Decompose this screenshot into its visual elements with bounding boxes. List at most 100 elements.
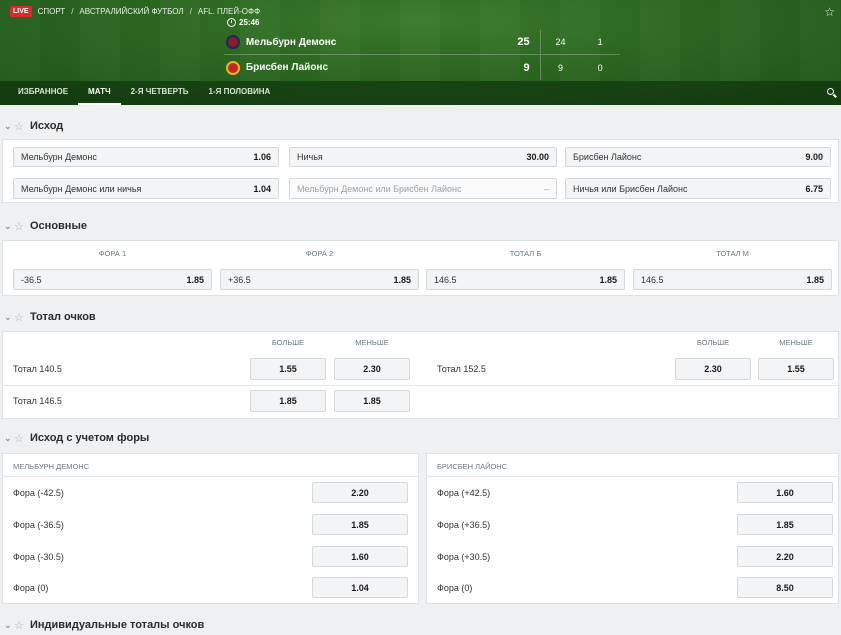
section-title: Исход	[30, 120, 64, 132]
row-label: Фора (0)	[437, 583, 473, 593]
section-header-outcome[interactable]: ⌄ ☆ Исход	[0, 116, 841, 136]
star-icon[interactable]: ☆	[14, 432, 28, 445]
period-score: 0	[597, 62, 603, 73]
odd-button[interactable]: 2.20	[312, 482, 408, 503]
breadcrumb-separator: /	[71, 7, 74, 16]
search-icon	[827, 88, 834, 95]
row-label: Фора (+30.5)	[437, 552, 491, 562]
odd-button[interactable]: Ничья 30.00	[289, 147, 557, 167]
clock-icon	[227, 18, 236, 27]
odd-button[interactable]: Мельбурн Демонс или ничья 1.04	[13, 178, 279, 199]
over-odd-button[interactable]: 2.30	[675, 358, 751, 380]
star-icon[interactable]: ☆	[14, 220, 28, 233]
star-icon[interactable]: ☆	[14, 311, 28, 324]
odd-value: –	[543, 183, 549, 194]
chevron-down-icon: ⌄	[4, 432, 12, 443]
match-clock: 25:46	[227, 18, 259, 27]
row-label: Фора (-36.5)	[13, 520, 64, 530]
odd-button-disabled: Мельбурн Демонс или Брисбен Лайонс –	[289, 178, 557, 199]
divider	[427, 476, 838, 477]
market-label: -36.5	[21, 274, 42, 285]
row-label: Тотал 146.5	[13, 396, 62, 406]
row-label: Тотал 140.5	[13, 364, 62, 374]
odd-value: 1.85	[806, 274, 824, 285]
team-row-home: Мельбурн Демонс 25 24 1	[224, 30, 620, 55]
star-icon[interactable]: ☆	[14, 120, 28, 133]
star-icon[interactable]: ☆	[14, 619, 28, 632]
period-score: 9	[557, 62, 563, 73]
breadcrumb-league[interactable]: AFL. ПЛЕЙ-ОФФ	[198, 7, 260, 16]
divider	[3, 476, 418, 477]
odd-button[interactable]: 1.85	[312, 514, 408, 535]
chevron-down-icon: ⌄	[4, 120, 12, 131]
odd-button[interactable]: 146.5 1.85	[426, 269, 625, 290]
odd-button[interactable]: 146.5 1.85	[633, 269, 832, 290]
handicap-panel-home: МЕЛЬБУРН ДЕМОНС Фора (-42.5) 2.20 Фора (…	[2, 453, 419, 604]
section-header-individual-totals[interactable]: ⌄ ☆ Индивидуальные тоталы очков	[0, 615, 841, 635]
team-name: Брисбен Лайонс	[245, 62, 329, 73]
under-odd-button[interactable]: 1.55	[758, 358, 834, 380]
market-label: Брисбен Лайонс	[573, 152, 642, 162]
match-time: 25:46	[239, 18, 260, 27]
team-column-header: БРИСБЕН ЛАЙОНС	[437, 462, 508, 471]
search-button[interactable]	[821, 81, 841, 105]
breadcrumb-sport[interactable]: СПОРТ	[38, 7, 66, 16]
favorite-star-icon[interactable]: ☆	[824, 5, 835, 19]
odd-button[interactable]: Брисбен Лайонс 9.00	[565, 147, 831, 167]
section-header-main[interactable]: ⌄ ☆ Основные	[0, 216, 841, 236]
odd-button[interactable]: 2.20	[737, 546, 833, 567]
section-title: Исход с учетом форы	[30, 432, 150, 444]
market-tabs: ИЗБРАННОЕ МАТЧ 2-Я ЧЕТВЕРТЬ 1-Я ПОЛОВИНА	[0, 81, 841, 105]
breadcrumb-category[interactable]: АВСТРАЛИЙСКИЙ ФУТБОЛ	[79, 7, 183, 16]
odd-button[interactable]: Ничья или Брисбен Лайонс 6.75	[565, 178, 831, 199]
total-panel: БОЛЬШЕ МЕНЬШЕ БОЛЬШЕ МЕНЬШЕ Тотал 140.5 …	[2, 331, 840, 419]
odd-button[interactable]: 1.85	[737, 514, 833, 535]
section-title: Индивидуальные тоталы очков	[30, 619, 205, 631]
odd-button[interactable]: 1.60	[312, 546, 408, 567]
match-hero: LIVE СПОРТ / АВСТРАЛИЙСКИЙ ФУТБОЛ / AFL.…	[0, 0, 841, 105]
column-header: ТОТАЛ М	[716, 249, 749, 258]
section-header-handicap[interactable]: ⌄ ☆ Исход с учетом форы	[0, 428, 841, 448]
team-column-header: МЕЛЬБУРН ДЕМОНС	[13, 462, 90, 471]
odd-button[interactable]: 1.60	[737, 482, 833, 503]
over-odd-button[interactable]: 1.55	[250, 358, 326, 380]
outcome-panel: Мельбурн Демонс 1.06 Ничья 30.00 Брисбен…	[2, 139, 839, 203]
period-score: 24	[555, 37, 566, 47]
team-logo-icon	[226, 35, 240, 49]
main-panel: ФОРА 1 ФОРА 2 ТОТАЛ Б ТОТАЛ М -36.5 1.85…	[2, 240, 839, 296]
odd-button[interactable]: -36.5 1.85	[13, 269, 212, 290]
column-header: ФОРА 2	[305, 249, 334, 258]
odd-value: 1.06	[253, 152, 271, 162]
section-title: Тотал очков	[30, 311, 96, 323]
row-label: Фора (+36.5)	[437, 520, 491, 530]
team-row-away: Брисбен Лайонс 9 9 0	[224, 55, 620, 80]
under-odd-button[interactable]: 2.30	[334, 358, 410, 380]
odd-value: 1.85	[393, 274, 411, 285]
tab-second-quarter[interactable]: 2-Я ЧЕТВЕРТЬ	[121, 81, 199, 105]
odd-value: 30.00	[526, 152, 549, 162]
row-label: Тотал 152.5	[437, 364, 486, 374]
tab-first-half[interactable]: 1-Я ПОЛОВИНА	[199, 81, 281, 105]
column-header: МЕНЬШЕ	[355, 338, 389, 347]
section-header-total[interactable]: ⌄ ☆ Тотал очков	[0, 307, 841, 327]
market-label: Мельбурн Демонс или Брисбен Лайонс	[297, 183, 462, 194]
odd-button[interactable]: +36.5 1.85	[220, 269, 419, 290]
market-label: Ничья	[297, 152, 323, 162]
row-label: Фора (0)	[13, 583, 49, 593]
market-label: 146.5	[641, 274, 664, 285]
odd-button[interactable]: 8.50	[737, 577, 833, 598]
odd-button[interactable]: Мельбурн Демонс 1.06	[13, 147, 279, 167]
under-odd-button[interactable]: 1.85	[334, 390, 410, 412]
odd-value: 9.00	[805, 152, 823, 162]
odd-value: 1.85	[599, 274, 617, 285]
market-label: Мельбурн Демонс или ничья	[21, 183, 142, 194]
divider	[3, 385, 840, 386]
period-score: 1	[597, 37, 603, 47]
odd-value: 6.75	[805, 183, 823, 194]
tab-match[interactable]: МАТЧ	[78, 81, 121, 105]
odd-button[interactable]: 1.04	[312, 577, 408, 598]
team-score: 9	[523, 61, 530, 74]
over-odd-button[interactable]: 1.85	[250, 390, 326, 412]
team-logo-icon	[226, 60, 240, 75]
tab-favorites[interactable]: ИЗБРАННОЕ	[8, 81, 78, 105]
